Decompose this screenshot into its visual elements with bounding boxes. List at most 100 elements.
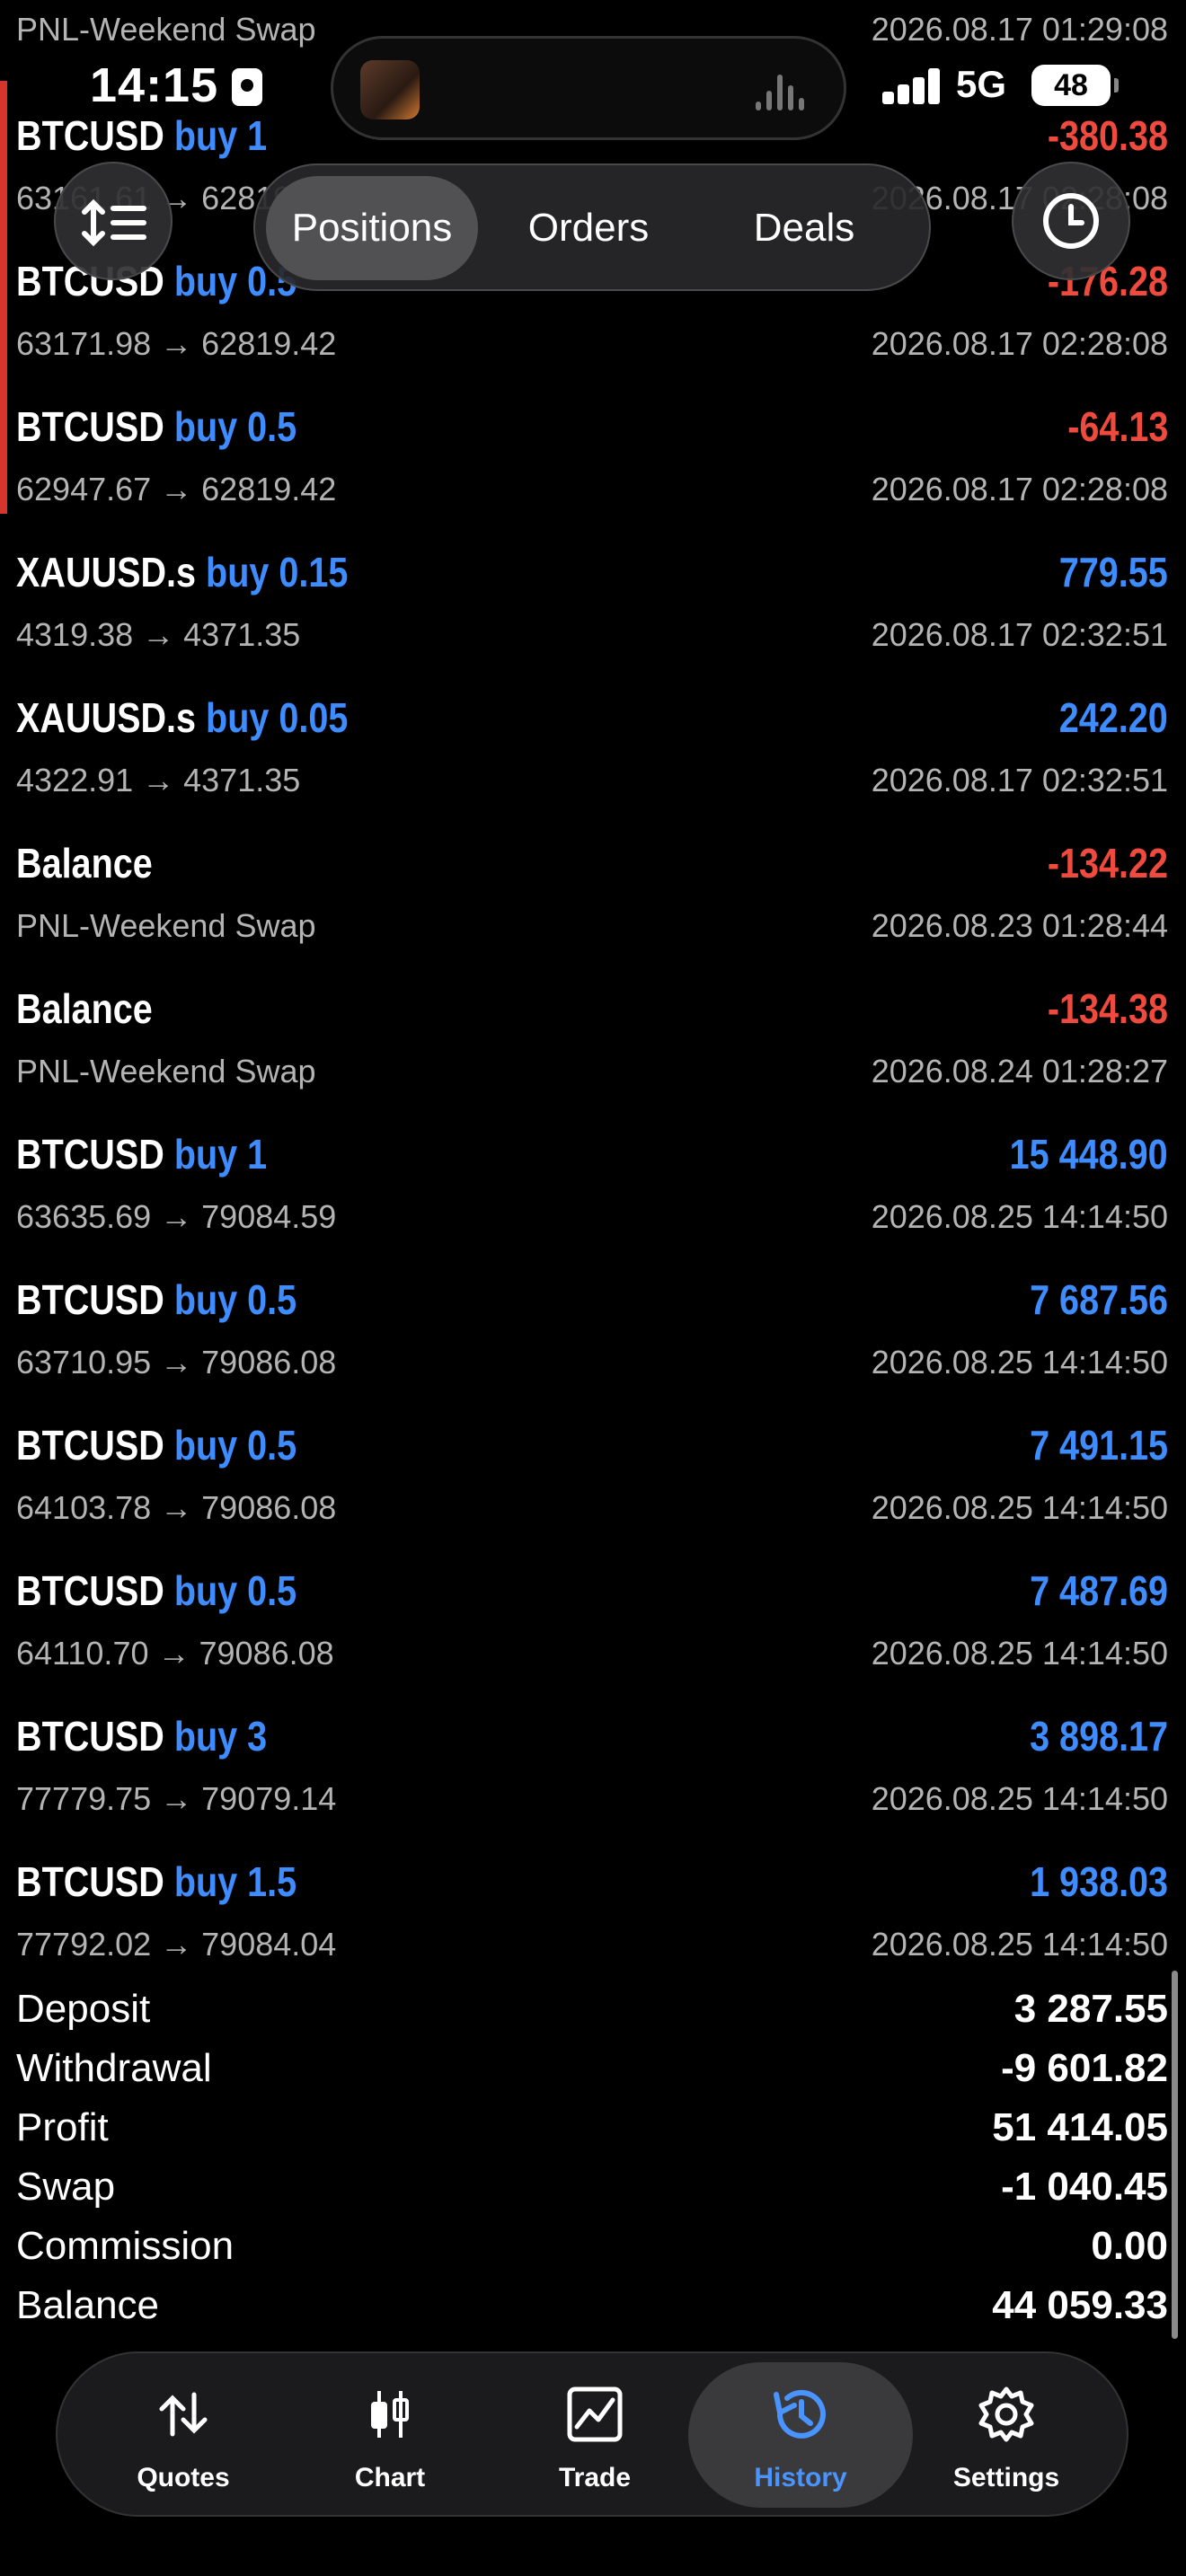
- tab-label: History: [754, 2463, 847, 2492]
- scrollbar[interactable]: [1172, 1971, 1178, 2339]
- list-item[interactable]: XAUUSD.s buy 0.05 242.20 4322.91 → 4371.35…: [0, 679, 1186, 825]
- deal-profit: 1 938.03: [1030, 1858, 1168, 1905]
- quotes-arrows-icon: [159, 2392, 208, 2437]
- deal-symbol: BTCUSD buy 0.5: [16, 1276, 297, 1323]
- deal-prices: 64110.70 → 79086.08: [16, 1635, 334, 1672]
- deal-profit: -134.22: [1047, 840, 1168, 887]
- deal-profit: 3 898.17: [1030, 1713, 1168, 1760]
- trade-chart-icon: [567, 2386, 623, 2442]
- bottom-tab-bar: Quotes Chart Trade History Settings: [56, 2351, 1128, 2517]
- tab-orders[interactable]: Orders: [491, 176, 686, 280]
- deal-prices: 63635.69 → 79084.59: [16, 1198, 337, 1235]
- segmented-control: Positions Orders Deals: [253, 163, 931, 291]
- tab-chart[interactable]: Chart: [282, 2362, 498, 2508]
- tab-positions[interactable]: Positions: [266, 176, 478, 280]
- summary-value: 0.00: [1091, 2224, 1168, 2268]
- list-item[interactable]: XAUUSD.s buy 0.15 779.55 4319.38 → 4371.35…: [0, 534, 1186, 679]
- summary-value: 3 287.55: [1013, 1987, 1168, 2031]
- deal-symbol: Balance: [16, 840, 153, 887]
- tab-history[interactable]: History: [688, 2362, 913, 2508]
- summary-value: -9 601.82: [1001, 2046, 1168, 2090]
- list-item[interactable]: BTCUSD buy 0.5 7 491.15 64103.78 → 79086.0…: [0, 1407, 1186, 1552]
- deal-date: 2026.08.25 14:14:50: [871, 1780, 1168, 1817]
- summary-value: 44 059.33: [992, 2283, 1168, 2327]
- deal-date: 2026.08.17 02:32:51: [871, 616, 1168, 653]
- deal-profit: -134.38: [1047, 985, 1168, 1032]
- deal-symbol: BTCUSD buy 0.5: [16, 1567, 297, 1614]
- summary-label: Swap: [16, 2165, 116, 2209]
- contact-icon: [232, 68, 262, 106]
- list-item[interactable]: BTCUSD buy 0.5 7 487.69 64110.70 → 79086.0…: [0, 1552, 1186, 1698]
- list-item[interactable]: BTCUSD buy 0.5 7 687.56 63710.95 → 79086.0…: [0, 1261, 1186, 1407]
- deal-date: 2026.08.25 14:14:50: [871, 1344, 1168, 1381]
- sort-icon: [82, 198, 146, 247]
- deal-prices: 63171.98 → 62819.42: [16, 325, 337, 362]
- deal-prices: 64103.78 → 79086.08: [16, 1489, 337, 1526]
- summary-label: Deposit: [16, 1987, 151, 2031]
- deal-prices: PNL-Weekend Swap: [16, 907, 316, 944]
- deal-prices: 77779.75 → 79079.14: [16, 1780, 337, 1817]
- list-item[interactable]: BTCUSD buy 1.5 1 938.03 77792.02 → 79084.0…: [0, 1843, 1186, 1989]
- dynamic-island[interactable]: [331, 36, 846, 140]
- summary-label: Withdrawal: [16, 2046, 212, 2090]
- list-item[interactable]: Balance -134.22 PNL-Weekend Swap 2026.08.2…: [0, 825, 1186, 970]
- history-clock-icon: [774, 2389, 826, 2439]
- deal-date: 2026.08.25 14:14:50: [871, 1489, 1168, 1526]
- deal-profit: 242.20: [1058, 694, 1168, 741]
- deal-symbol: BTCUSD buy 0.5: [16, 403, 297, 450]
- deal-prices: 4322.91 → 4371.35: [16, 762, 301, 798]
- list-item[interactable]: BTCUSD buy 1 15 448.90 63635.69 → 79084.59…: [0, 1116, 1186, 1261]
- tab-label: Trade: [558, 2463, 632, 2492]
- deal-symbol: BTCUSD buy 3: [16, 1713, 268, 1760]
- clock-icon: [1043, 193, 1099, 249]
- deal-prices: 77792.02 → 79084.04: [16, 1926, 337, 1963]
- deal-prices: 63710.95 → 79086.08: [16, 1344, 337, 1381]
- candlestick-icon: [371, 2391, 409, 2438]
- tab-settings[interactable]: Settings: [898, 2362, 1114, 2508]
- deal-prices: 4319.38 → 4371.35: [16, 616, 301, 653]
- deal-profit: 15 448.90: [1009, 1131, 1168, 1178]
- battery-icon: 48: [1031, 65, 1119, 106]
- tab-label: Settings: [952, 2463, 1060, 2492]
- tab-quotes[interactable]: Quotes: [75, 2362, 291, 2508]
- deal-date: 2026.08.25 14:14:50: [871, 1926, 1168, 1963]
- summary-row: Swap -1 040.45: [0, 2161, 1186, 2220]
- deal-profit: 7 487.69: [1030, 1567, 1168, 1614]
- tab-trade[interactable]: Trade: [487, 2362, 703, 2508]
- deal-profit: 7 491.15: [1030, 1422, 1168, 1469]
- tab-label: Quotes: [137, 2463, 230, 2492]
- deal-date: 2026.08.25 14:14:50: [871, 1198, 1168, 1235]
- deal-symbol: BTCUSD buy 1: [16, 1131, 268, 1178]
- summary-row: Balance 44 059.33: [0, 2280, 1186, 2339]
- gear-icon: [978, 2386, 1034, 2442]
- deal-symbol: BTCUSD buy 0.5: [16, 1422, 297, 1469]
- summary-row: Withdrawal -9 601.82: [0, 2042, 1186, 2102]
- cellular-signal-icon: [882, 68, 942, 104]
- deal-date: 2026.08.24 01:28:27: [871, 1053, 1168, 1090]
- sort-button[interactable]: [54, 162, 173, 280]
- deal-date: 2026.08.17 02:28:08: [871, 325, 1168, 362]
- tab-deals[interactable]: Deals: [701, 176, 907, 280]
- tab-label: Chart: [354, 2463, 426, 2492]
- summary-label: Commission: [16, 2224, 235, 2268]
- deal-profit: 779.55: [1058, 549, 1168, 595]
- deal-symbol: Balance: [16, 985, 153, 1032]
- deal-date: 2026.08.17 02:28:08: [871, 471, 1168, 507]
- now-playing-artwork-icon: [360, 60, 420, 119]
- deal-date: 2026.08.17 02:32:51: [871, 762, 1168, 798]
- list-item[interactable]: BTCUSD buy 0.5 -64.13 62947.67 → 62819.42 2…: [0, 388, 1186, 534]
- summary-value: -1 040.45: [1001, 2165, 1168, 2209]
- list-item[interactable]: Balance -134.38 PNL-Weekend Swap 2026.08.2…: [0, 970, 1186, 1116]
- deal-date: 2026.08.25 14:14:50: [871, 1635, 1168, 1672]
- summary-row: Commission 0.00: [0, 2220, 1186, 2280]
- status-time: 14:15: [90, 58, 219, 112]
- deal-prices: PNL-Weekend Swap: [16, 1053, 316, 1090]
- summary-label: Balance: [16, 2283, 160, 2327]
- status-bar: 14:15 5G 48: [0, 0, 1186, 171]
- period-button[interactable]: [1012, 162, 1130, 280]
- summary-row: Profit 51 414.05: [0, 2102, 1186, 2161]
- deal-profit: 7 687.56: [1030, 1276, 1168, 1323]
- deal-date: 2026.08.23 01:28:44: [871, 907, 1168, 944]
- list-item[interactable]: BTCUSD buy 3 3 898.17 77779.75 → 79079.14 2…: [0, 1698, 1186, 1843]
- summary-label: Profit: [16, 2105, 109, 2149]
